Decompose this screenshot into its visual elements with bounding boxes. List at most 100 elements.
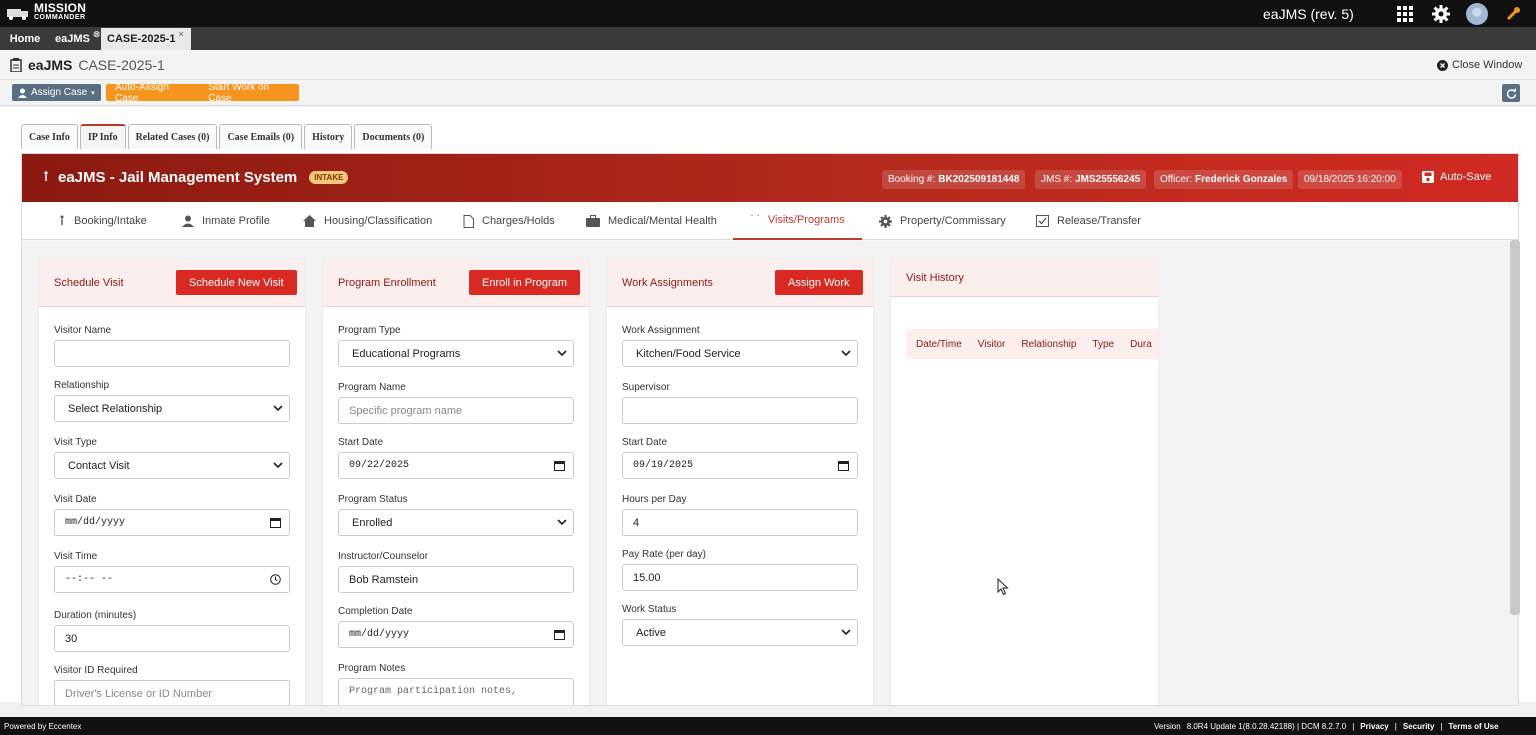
work-start-date-field[interactable]: 09/19/2025: [622, 452, 858, 479]
clock-icon[interactable]: [270, 574, 281, 585]
column-header[interactable]: Visitor: [970, 339, 1014, 350]
footer-right: Version 8.0R4 Update 1(8.0.28.42188) | D…: [1154, 722, 1499, 731]
autosave-button[interactable]: Auto-Save: [1422, 171, 1491, 183]
subnav-booking-intake[interactable]: Booking/Intake: [58, 202, 147, 240]
footer: Powered by Eccentex Version 8.0R4 Update…: [0, 717, 1536, 735]
column-header[interactable]: Type: [1084, 339, 1122, 350]
program-type-select[interactable]: Educational Programs: [338, 340, 574, 367]
tab-case[interactable]: CASE-2025-1 ×: [101, 28, 191, 50]
subnav-charges[interactable]: Charges/Holds: [463, 202, 555, 240]
program-name-label: Program Name: [338, 382, 406, 393]
relationship-select[interactable]: Select Relationship: [54, 395, 290, 422]
tab-eajms[interactable]: eaJMS ⊗: [50, 28, 101, 50]
briefcase-icon: [586, 215, 600, 227]
privacy-link[interactable]: Privacy: [1360, 722, 1388, 731]
work-assignments-panel: Work Assignments Assign Work Work Assign…: [606, 258, 874, 705]
program-enrollment-panel: Program Enrollment Enroll in Program Pro…: [322, 258, 590, 705]
version-label: Version: [1154, 722, 1181, 731]
jms-subnav: Booking/Intake Inmate Profile Housing/Cl…: [22, 202, 1518, 240]
caret-down-icon: ▾: [91, 89, 95, 97]
avatar[interactable]: [1466, 3, 1488, 25]
booking-number: Booking #: BK202509181448: [882, 170, 1026, 189]
visitor-id-field[interactable]: Driver's License or ID Number: [54, 680, 290, 705]
assign-case-button[interactable]: Assign Case ▾: [12, 84, 101, 101]
assign-work-button[interactable]: Assign Work: [775, 270, 863, 295]
program-status-label: Program Status: [338, 494, 408, 505]
pay-rate-field[interactable]: 15.00: [622, 564, 858, 591]
program-notes-field[interactable]: Program participation notes,: [338, 678, 574, 705]
panel-title: Visit History: [906, 272, 964, 284]
tab-documents[interactable]: Documents (0): [354, 124, 433, 149]
hours-field[interactable]: 4: [622, 509, 858, 536]
subnav-housing[interactable]: Housing/Classification: [303, 202, 432, 240]
status-badge: INTAKE: [309, 171, 349, 184]
tab-case-emails[interactable]: Case Emails (0): [219, 124, 303, 149]
supervisor-field[interactable]: [622, 397, 858, 424]
home-icon: [303, 215, 316, 227]
visit-time-field[interactable]: --:-- --: [54, 566, 290, 593]
page-title: eaJMS CASE-2025-1: [10, 57, 165, 73]
column-header[interactable]: Relationship: [1013, 339, 1084, 350]
save-icon: [1422, 171, 1434, 183]
tab-case-info[interactable]: Case Info: [21, 124, 78, 149]
case-header: eaJMS CASE-2025-1 Close Window: [0, 50, 1536, 80]
visit-type-select[interactable]: Contact Visit: [54, 452, 290, 479]
panel-title: Schedule Visit: [54, 277, 124, 289]
work-status-select[interactable]: Active: [622, 619, 858, 646]
tab-ip-info[interactable]: IP Info: [79, 124, 126, 149]
terms-link[interactable]: Terms of Use: [1448, 722, 1498, 731]
program-start-date-field[interactable]: 09/22/2025: [338, 452, 574, 479]
program-status-select[interactable]: Enrolled: [338, 509, 574, 536]
calendar-icon[interactable]: [270, 517, 281, 528]
chevron-down-icon: [273, 405, 283, 412]
duration-field[interactable]: 30: [54, 625, 290, 652]
user-icon: [182, 215, 194, 227]
vertical-scrollbar[interactable]: [1510, 240, 1520, 615]
completion-date-field[interactable]: mm/dd/yyyy: [338, 621, 574, 648]
security-link[interactable]: Security: [1403, 722, 1435, 731]
work-assignment-select[interactable]: Kitchen/Food Service: [622, 340, 858, 367]
apps-grid-icon[interactable]: [1394, 3, 1416, 25]
wrench-icon[interactable]: [1502, 3, 1524, 25]
orange-button-group: Auto-Assign Case Start Work on Case: [106, 82, 299, 104]
program-type-label: Program Type: [338, 325, 401, 336]
subnav-medical[interactable]: Medical/Mental Health: [586, 202, 717, 240]
tab-related-cases[interactable]: Related Cases (0): [127, 124, 218, 149]
column-header[interactable]: Date/Time: [906, 339, 970, 350]
visit-date-field[interactable]: mm/dd/yyyy: [54, 509, 290, 536]
chevron-down-icon: [557, 519, 567, 526]
refresh-icon[interactable]: [1502, 84, 1520, 102]
close-window-button[interactable]: Close Window: [1437, 59, 1522, 71]
subnav-property[interactable]: Property/Commissary: [879, 202, 1006, 240]
chevron-down-icon: [557, 350, 567, 357]
program-name-field[interactable]: Specific program name: [338, 397, 574, 424]
subnav-release[interactable]: Release/Transfer: [1036, 202, 1141, 240]
column-header[interactable]: Dura: [1122, 339, 1160, 350]
chevron-down-icon: [273, 462, 283, 469]
subnav-inmate-profile[interactable]: Inmate Profile: [182, 202, 270, 240]
work-start-date-label: Start Date: [622, 437, 668, 448]
jms-frame: eaJMS - Jail Management System INTAKE Bo…: [21, 153, 1519, 706]
start-work-button[interactable]: Start Work on Case: [199, 82, 299, 104]
schedule-new-visit-button[interactable]: Schedule New Visit: [176, 270, 297, 295]
auto-assign-button[interactable]: Auto-Assign Case: [106, 82, 199, 104]
visitor-name-field[interactable]: [54, 340, 290, 367]
calendar-icon[interactable]: [554, 460, 565, 471]
calendar-icon[interactable]: [554, 629, 565, 640]
instructor-field[interactable]: Bob Ramstein: [338, 566, 574, 593]
tab-home[interactable]: Home: [6, 28, 44, 50]
top-bar: MISSION COMMANDER eaJMS (rev. 5): [0, 0, 1536, 27]
jms-number: JMS #: JMS25556245: [1035, 170, 1147, 189]
tab-history[interactable]: History: [304, 124, 353, 149]
gear-icon[interactable]: [1430, 3, 1452, 25]
document-icon: [463, 214, 474, 228]
clipboard-icon: [10, 58, 22, 72]
calendar-icon[interactable]: [838, 460, 849, 471]
enroll-program-button[interactable]: Enroll in Program: [469, 270, 580, 295]
tab-close-icon[interactable]: ×: [178, 29, 183, 39]
check-square-icon: [1036, 215, 1049, 227]
booking-datetime: 09/18/2025 16:20:00: [1298, 170, 1402, 189]
subnav-visits-programs[interactable]: · · Visits/Programs: [733, 202, 862, 240]
tab-close-icon[interactable]: ⊗: [93, 29, 101, 40]
brand-logo[interactable]: MISSION COMMANDER: [6, 2, 86, 23]
